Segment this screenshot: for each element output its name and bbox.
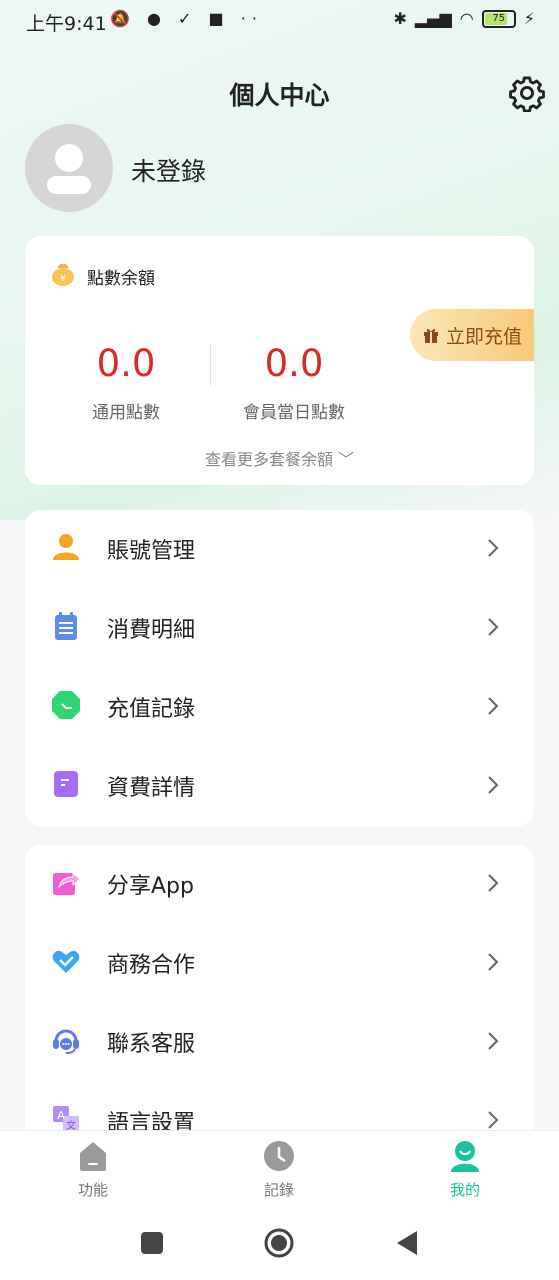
chevron-right-icon [488, 618, 499, 636]
tab-features[interactable]: 功能 [33, 1139, 153, 1200]
signal-icon: ▂▄▆ [414, 9, 452, 28]
general-points-value: 0.0 [96, 342, 156, 385]
member-daily-points-label: 會員當日點數 [243, 403, 345, 423]
charging-icon: ⚡ [523, 9, 535, 28]
recents-button-icon[interactable] [140, 1230, 164, 1256]
divider [210, 344, 211, 386]
balance-title: 點數余額 [87, 269, 155, 289]
tab-label: 功能 [77, 1181, 108, 1199]
share-icon [53, 871, 81, 895]
chevron-right-icon [488, 539, 499, 557]
chevron-right-icon [488, 1032, 499, 1050]
tab-mine[interactable]: 我的 [405, 1139, 525, 1200]
menu-item-business-cooperation[interactable]: 商務合作 [25, 924, 534, 1003]
handshake-icon [52, 950, 80, 973]
notepad-icon [55, 612, 77, 640]
chevron-right-icon [488, 874, 499, 892]
menu-item-topup-records[interactable]: 充值記錄 [25, 668, 534, 747]
topup-label: 立即充值 [445, 325, 522, 348]
clock-icon [52, 691, 80, 719]
menu-item-consumption-details[interactable]: 消費明細 [25, 589, 534, 668]
home-button-icon[interactable] [263, 1227, 295, 1259]
avatar[interactable] [25, 124, 113, 212]
document-icon [54, 771, 78, 797]
clock-icon [264, 1141, 294, 1171]
menu-item-account-management[interactable]: 賬號管理 [25, 510, 534, 589]
chevron-right-icon [488, 953, 499, 971]
menu-item-label: 商務合作 [107, 953, 196, 978]
battery-icon: 75 [481, 9, 516, 28]
wifi-icon: ◠ [459, 9, 474, 28]
menu-item-share-app[interactable]: 分享App [25, 845, 534, 924]
menu-item-label: 消費明細 [107, 618, 196, 643]
system-navigation-bar [0, 1210, 559, 1280]
svg-text:¥: ¥ [60, 274, 66, 284]
menu-item-label: 資費詳情 [107, 776, 196, 801]
menu-item-label: 賬號管理 [107, 539, 196, 564]
home-icon [80, 1142, 106, 1171]
settings-gear-icon[interactable] [508, 74, 546, 112]
menu-group-support: 分享App 商務合作 聯系客服 A 文 語言設置 [25, 845, 534, 1145]
menu-item-pricing-details[interactable]: 資費詳情 [25, 747, 534, 826]
menu-item-label: 充值記錄 [107, 697, 196, 722]
user-icon [53, 534, 79, 560]
menu-item-customer-service[interactable]: 聯系客服 [25, 1003, 534, 1082]
svg-text:A: A [57, 1109, 65, 1122]
member-daily-points-value: 0.0 [264, 342, 324, 385]
tab-label: 記錄 [263, 1181, 294, 1199]
notification-icons: 🔕 ● ✓ ■ ·· [110, 9, 263, 28]
tab-label: 我的 [449, 1181, 480, 1199]
bottom-tab-bar: 功能 記錄 我的 [0, 1130, 559, 1211]
menu-item-label: 分享App [107, 874, 194, 899]
topup-button[interactable]: 立即充值 [410, 309, 534, 361]
menu-group-account: 賬號管理 消費明細 充值記錄 資費詳情 [25, 510, 534, 826]
status-bar: 上午9:41 🔕 ● ✓ ■ ·· ✱ ▂▄▆ ◠ 75 ⚡ [0, 0, 559, 42]
menu-item-label: 聯系客服 [107, 1032, 196, 1057]
chevron-right-icon [488, 697, 499, 715]
username[interactable]: 未登錄 [131, 152, 206, 188]
profile-icon [451, 1141, 479, 1172]
general-points-label: 通用點數 [92, 403, 160, 423]
balance-card: ¥ 點數余額 立即充值 0.0 0.0 通用點數 會員當日點數 查看更多套餐余額… [25, 236, 534, 485]
bluetooth-icon: ✱ [393, 9, 407, 28]
back-button-icon[interactable] [395, 1230, 419, 1256]
chevron-right-icon [488, 1111, 499, 1129]
page-title: 個人中心 [229, 81, 330, 110]
gift-icon [423, 328, 438, 343]
tab-records[interactable]: 記錄 [219, 1139, 339, 1200]
chevron-right-icon [488, 776, 499, 794]
system-icons: ✱ ▂▄▆ ◠ 75 ⚡ [393, 9, 535, 28]
headset-icon [53, 1029, 79, 1054]
money-bag-icon: ¥ [52, 264, 74, 286]
status-time: 上午9:41 [26, 13, 107, 35]
view-more-packages-link[interactable]: 查看更多套餐余額 ﹀ [25, 446, 534, 470]
